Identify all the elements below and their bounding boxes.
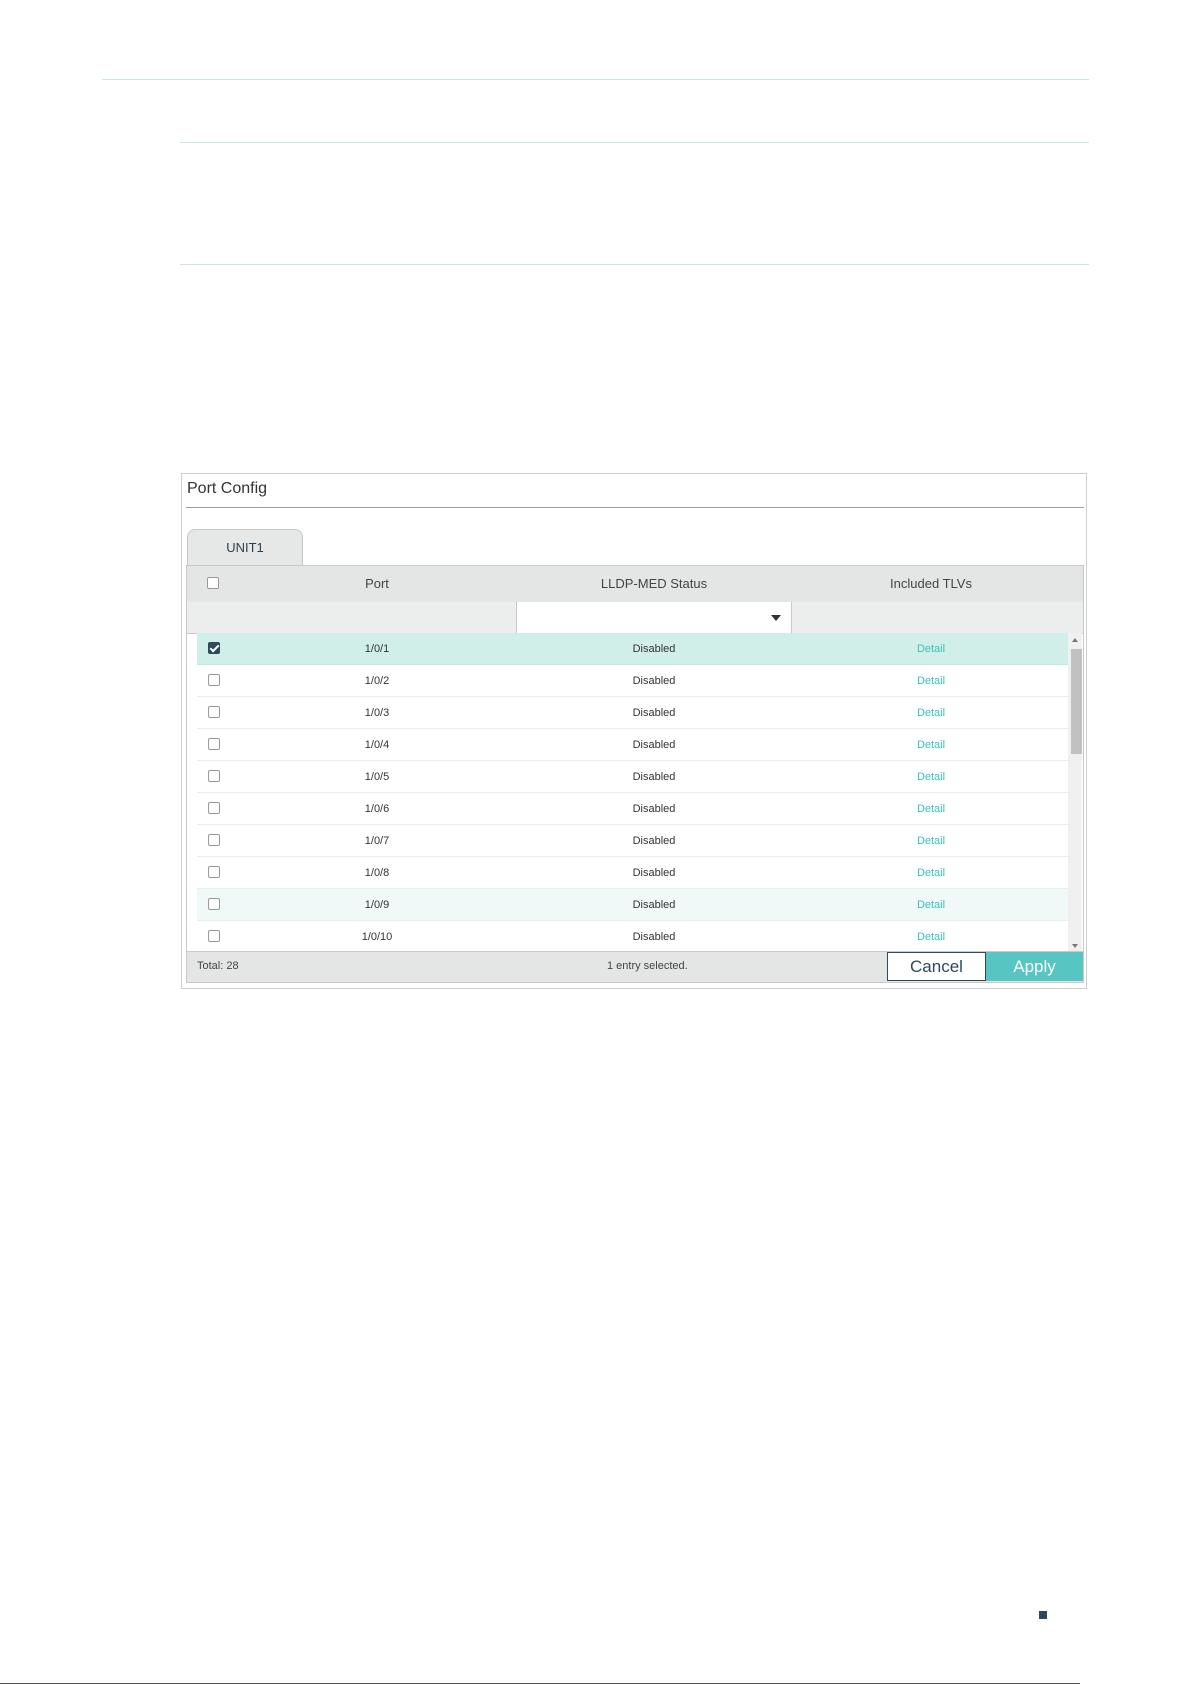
table-row[interactable]: 1/0/6 Disabled Detail xyxy=(197,793,1070,825)
port-cell: 1/0/2 xyxy=(364,675,390,687)
table-row[interactable]: 1/0/8 Disabled Detail xyxy=(197,857,1070,889)
column-header-port: Port xyxy=(365,576,389,591)
port-cell: 1/0/10 xyxy=(361,931,393,943)
filter-row xyxy=(187,602,1083,634)
detail-link[interactable]: Detail xyxy=(792,761,1070,793)
section-divider-1 xyxy=(180,142,1089,143)
detail-link[interactable]: Detail xyxy=(792,633,1070,665)
status-cell: Disabled xyxy=(632,867,676,879)
column-header-status: LLDP-MED Status xyxy=(600,576,708,591)
table-row[interactable]: 1/0/9 Disabled Detail xyxy=(197,889,1070,921)
row-checkbox[interactable] xyxy=(208,834,220,846)
status-cell: Disabled xyxy=(632,835,676,847)
port-table: Port LLDP-MED Status Included TLVs 1/0/1… xyxy=(186,565,1084,983)
detail-link[interactable]: Detail xyxy=(792,697,1070,729)
table-body: 1/0/1 Disabled Detail 1/0/2 Disabled Detail 1/… xyxy=(197,633,1070,953)
selection-status: 1 entry selected. xyxy=(607,960,688,972)
select-all-checkbox[interactable] xyxy=(207,577,219,589)
status-cell: Disabled xyxy=(632,739,676,751)
status-cell: Disabled xyxy=(632,643,676,655)
status-cell: Disabled xyxy=(632,675,676,687)
port-cell: 1/0/3 xyxy=(364,707,390,719)
row-checkbox[interactable] xyxy=(208,802,220,814)
port-cell: 1/0/4 xyxy=(364,739,390,751)
status-cell: Disabled xyxy=(632,899,676,911)
row-checkbox[interactable] xyxy=(208,930,220,942)
port-cell: 1/0/1 xyxy=(364,643,390,655)
status-cell: Disabled xyxy=(632,707,676,719)
port-config-panel: Port Config UNIT1 Port LLDP-MED Status I… xyxy=(181,473,1087,989)
table-row[interactable]: 1/0/3 Disabled Detail xyxy=(197,697,1070,729)
detail-link[interactable]: Detail xyxy=(792,793,1070,825)
tab-unit1[interactable]: UNIT1 xyxy=(187,529,303,565)
scrollbar[interactable] xyxy=(1068,633,1082,953)
table-header: Port LLDP-MED Status Included TLVs xyxy=(187,566,1083,603)
status-cell: Disabled xyxy=(632,931,676,943)
detail-link[interactable]: Detail xyxy=(792,729,1070,761)
table-row[interactable]: 1/0/2 Disabled Detail xyxy=(197,665,1070,697)
scrollbar-thumb[interactable] xyxy=(1071,649,1082,754)
row-checkbox[interactable] xyxy=(208,866,220,878)
detail-link[interactable]: Detail xyxy=(792,857,1070,889)
scroll-up-icon[interactable] xyxy=(1072,638,1078,642)
status-cell: Disabled xyxy=(632,803,676,815)
section-divider-2 xyxy=(180,264,1089,265)
detail-link[interactable]: Detail xyxy=(792,921,1070,953)
detail-link[interactable]: Detail xyxy=(792,825,1070,857)
scroll-down-icon[interactable] xyxy=(1072,944,1078,948)
port-cell: 1/0/7 xyxy=(364,835,390,847)
detail-link[interactable]: Detail xyxy=(792,665,1070,697)
row-checkbox[interactable] xyxy=(208,674,220,686)
cancel-button[interactable]: Cancel xyxy=(887,952,986,981)
total-count: Total: 28 xyxy=(197,960,239,972)
detail-link[interactable]: Detail xyxy=(792,889,1070,921)
title-divider xyxy=(186,507,1084,508)
row-checkbox[interactable] xyxy=(208,642,220,654)
table-row[interactable]: 1/0/1 Disabled Detail xyxy=(197,633,1070,665)
status-cell: Disabled xyxy=(632,771,676,783)
row-checkbox[interactable] xyxy=(208,706,220,718)
port-cell: 1/0/9 xyxy=(364,899,390,911)
page-marker xyxy=(1039,1611,1047,1619)
table-row[interactable]: 1/0/7 Disabled Detail xyxy=(197,825,1070,857)
row-checkbox[interactable] xyxy=(208,738,220,750)
port-cell: 1/0/8 xyxy=(364,867,390,879)
table-row[interactable]: 1/0/4 Disabled Detail xyxy=(197,729,1070,761)
table-row[interactable]: 1/0/5 Disabled Detail xyxy=(197,761,1070,793)
port-cell: 1/0/5 xyxy=(364,771,390,783)
panel-title: Port Config xyxy=(187,480,268,497)
row-checkbox[interactable] xyxy=(208,898,220,910)
port-cell: 1/0/6 xyxy=(364,803,390,815)
apply-button[interactable]: Apply xyxy=(986,952,1083,981)
column-header-tlvs: Included TLVs xyxy=(890,576,972,591)
chevron-down-icon xyxy=(771,615,781,621)
status-filter-select[interactable] xyxy=(516,602,792,633)
top-divider xyxy=(102,79,1089,80)
table-row[interactable]: 1/0/10 Disabled Detail xyxy=(197,921,1070,953)
bottom-divider xyxy=(0,1683,1080,1684)
table-footer: Total: 28 1 entry selected. Cancel Apply xyxy=(187,951,1083,982)
row-checkbox[interactable] xyxy=(208,770,220,782)
